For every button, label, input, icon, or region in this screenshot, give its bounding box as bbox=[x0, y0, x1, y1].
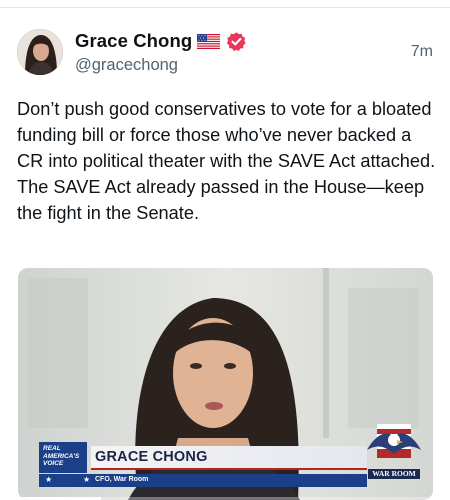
role-bar: ★ ★ CFO, War Room bbox=[39, 474, 367, 487]
us-flag-icon bbox=[197, 33, 221, 49]
display-name[interactable]: Grace Chong bbox=[75, 30, 192, 52]
video-thumbnail[interactable]: REAL AMERICA'S VOICE GRACE CHONG ★ ★ CFO… bbox=[18, 268, 433, 500]
guest-role: CFO, War Room bbox=[95, 476, 149, 483]
avatar[interactable] bbox=[17, 29, 63, 75]
post-card[interactable]: Grace Chong @gracechong 7m Don’t push go… bbox=[0, 8, 450, 500]
timestamp[interactable]: 7m bbox=[411, 43, 433, 61]
network-logo: REAL AMERICA'S VOICE bbox=[39, 442, 87, 473]
show-logo: WAR ROOM bbox=[363, 420, 425, 486]
star-icon: ★ bbox=[83, 475, 91, 484]
verified-badge-icon bbox=[226, 31, 247, 52]
lower-third: REAL AMERICA'S VOICE GRACE CHONG ★ ★ CFO… bbox=[35, 424, 431, 487]
handle[interactable]: @gracechong bbox=[75, 56, 178, 75]
star-icon: ★ bbox=[45, 475, 53, 484]
name-bar: GRACE CHONG bbox=[91, 446, 367, 470]
author-row: Grace Chong bbox=[75, 28, 247, 54]
eagle-icon bbox=[367, 424, 421, 458]
guest-name: GRACE CHONG bbox=[95, 449, 208, 465]
show-logo-text: WAR ROOM bbox=[367, 468, 421, 480]
post-body-text: Don’t push good conservatives to vote fo… bbox=[17, 99, 436, 223]
